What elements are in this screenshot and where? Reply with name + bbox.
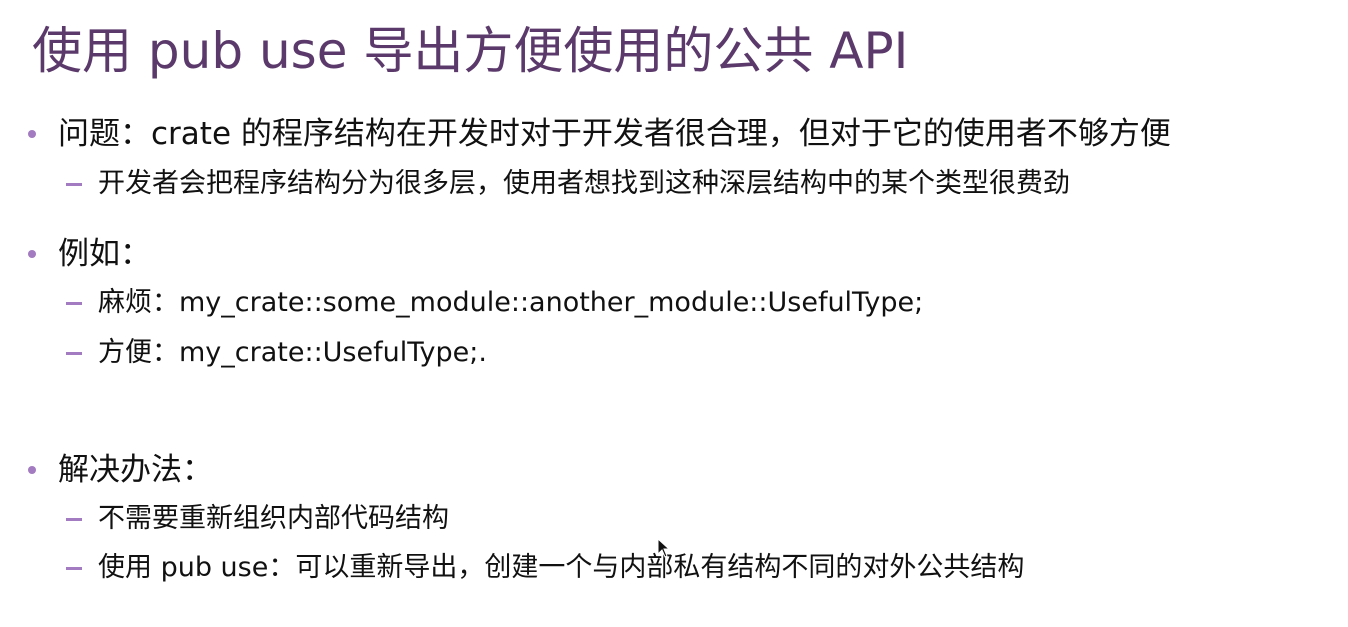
slide: 使用 pub use 导出方便使用的公共 API 问题：crate 的程序结构在… — [0, 0, 1348, 627]
bullet-dot-icon — [28, 130, 36, 138]
sub-bullet-dash-icon — [66, 517, 82, 521]
sub-bullet-text: 不需要重新组织内部代码结构 — [98, 503, 449, 534]
bullet-problem: 问题：crate 的程序结构在开发时对于开发者很合理，但对于它的使用者不够方便 — [28, 112, 1171, 156]
bullet-text: 问题：crate 的程序结构在开发时对于开发者很合理，但对于它的使用者不够方便 — [58, 116, 1171, 152]
sub-bullet-pub-use: 使用 pub use：可以重新导出，创建一个与内部私有结构不同的对外公共结构 — [66, 548, 1024, 588]
sub-bullet-convenient: 方便：my_crate::UsefulType;. — [66, 333, 487, 373]
sub-bullet-text: 方便：my_crate::UsefulType;. — [98, 337, 487, 368]
slide-title: 使用 pub use 导出方便使用的公共 API — [32, 22, 909, 80]
sub-bullet-problem-detail: 开发者会把程序结构分为很多层，使用者想找到这种深层结构中的某个类型很费劲 — [66, 164, 1070, 204]
sub-bullet-no-reorg: 不需要重新组织内部代码结构 — [66, 499, 449, 539]
sub-bullet-inconvenient: 麻烦：my_crate::some_module::another_module… — [66, 283, 923, 323]
sub-bullet-text: 使用 pub use：可以重新导出，创建一个与内部私有结构不同的对外公共结构 — [98, 552, 1025, 583]
sub-bullet-text: 开发者会把程序结构分为很多层，使用者想找到这种深层结构中的某个类型很费劲 — [98, 168, 1070, 199]
bullet-solution: 解决办法： — [28, 448, 213, 492]
sub-bullet-dash-icon — [66, 566, 82, 570]
bullet-dot-icon — [28, 466, 36, 474]
bullet-example: 例如： — [28, 232, 151, 276]
sub-bullet-text: 麻烦：my_crate::some_module::another_module… — [98, 287, 924, 318]
sub-bullet-dash-icon — [66, 182, 82, 186]
bullet-text: 例如： — [58, 236, 151, 272]
sub-bullet-dash-icon — [66, 351, 82, 355]
sub-bullet-dash-icon — [66, 301, 82, 305]
bullet-text: 解决办法： — [58, 452, 213, 488]
bullet-dot-icon — [28, 250, 36, 258]
